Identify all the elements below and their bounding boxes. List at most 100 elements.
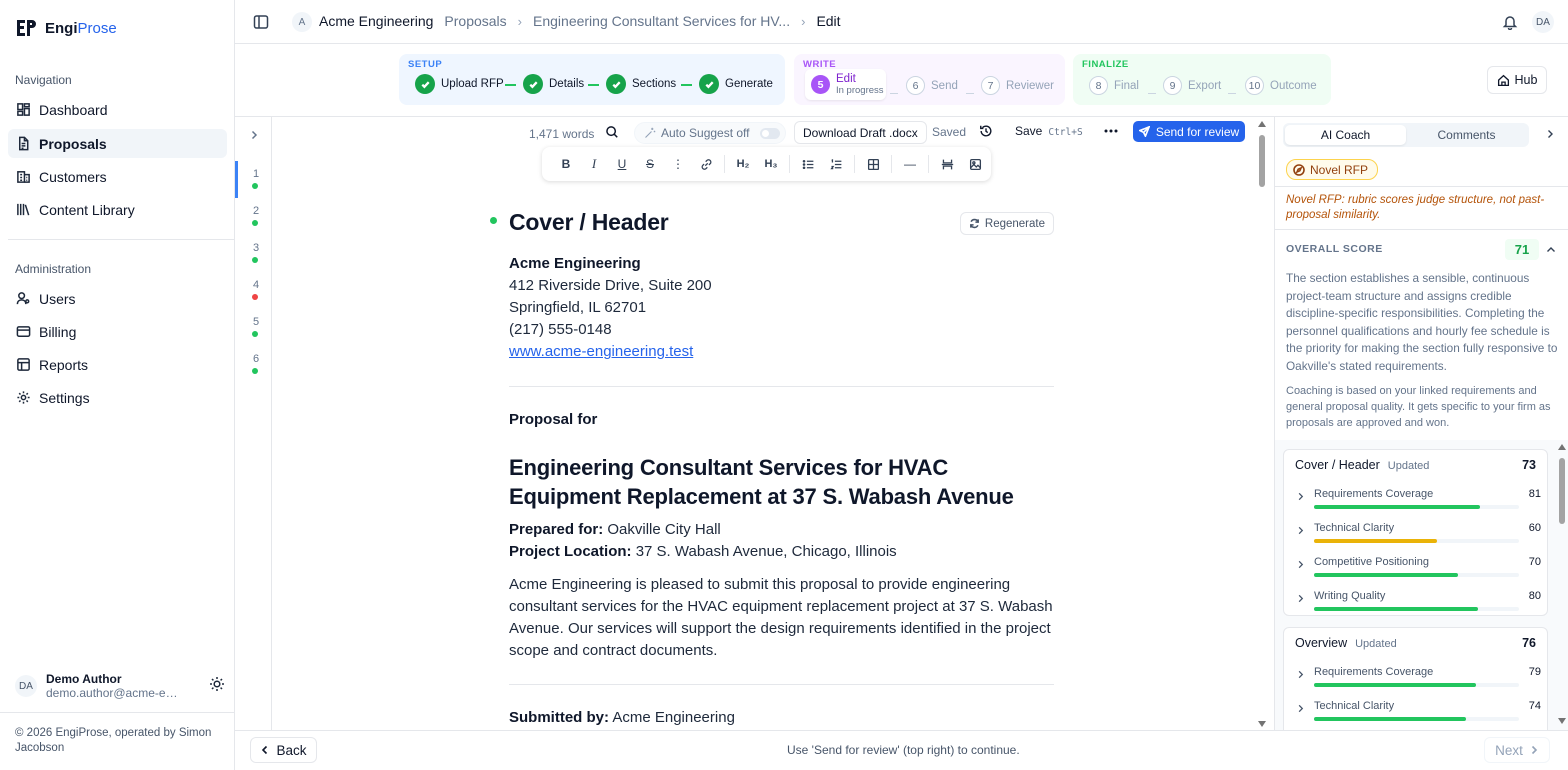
stepper-group-write: WRITE 5 Edit In progress 6 Send 7 Review… (794, 54, 1065, 105)
save-shortcut: Ctrl+S (1048, 127, 1083, 138)
sidebar-item-users[interactable]: Users (8, 284, 227, 313)
save-button[interactable]: Save Ctrl+S (1015, 124, 1083, 138)
metric-label: Requirements Coverage (1314, 488, 1434, 500)
step-label: Generate (725, 78, 773, 90)
metric-bar-fill (1314, 505, 1481, 509)
breadcrumb-org[interactable]: Acme Engineering (319, 13, 433, 29)
brand-logo[interactable]: EngiProse (15, 18, 117, 38)
horizontal-rule-button[interactable]: — (896, 152, 924, 176)
editor-scrollbar[interactable] (1258, 121, 1266, 727)
submitted-by-value: Acme Engineering (612, 709, 735, 726)
outline-item-number[interactable]: 4 (249, 279, 263, 291)
step-reviewer[interactable]: 7 Reviewer (981, 76, 1054, 95)
document-section-cover[interactable]: Cover / Header Regenerate Acme Engineeri… (490, 209, 1054, 726)
scroll-up-icon[interactable] (1258, 121, 1266, 127)
metric-row[interactable]: Requirements Coverage 81 (1296, 488, 1541, 518)
step-upload-rfp[interactable]: Upload RFP (415, 74, 504, 94)
outline-item-number[interactable]: 6 (249, 353, 263, 365)
sidebar-toggle-icon[interactable] (253, 14, 269, 30)
image-button[interactable] (961, 152, 989, 176)
chevron-right-icon[interactable] (248, 129, 260, 141)
bullet-list-button[interactable] (794, 152, 822, 176)
outline-item-number[interactable]: 3 (249, 242, 263, 254)
sidebar-item-content-library[interactable]: Content Library (8, 195, 227, 224)
avatar[interactable]: DA (1532, 11, 1554, 33)
sidebar-item-settings[interactable]: Settings (8, 383, 227, 412)
bold-button[interactable]: B (552, 152, 580, 176)
history-icon[interactable] (979, 124, 993, 138)
step-connector (681, 84, 692, 86)
chevron-right-icon[interactable] (1545, 129, 1555, 139)
page-break-button[interactable] (933, 152, 961, 176)
panel-scrollbar[interactable] (1558, 444, 1566, 724)
heading3-button[interactable]: H₃ (757, 152, 785, 176)
split-icon (941, 159, 953, 169)
underline-button[interactable]: U (608, 152, 636, 176)
metric-row[interactable]: Writing Quality 80 (1296, 590, 1541, 620)
step-details[interactable]: Details (523, 74, 584, 94)
search-icon[interactable] (605, 125, 619, 139)
outline-item-number[interactable]: 5 (249, 316, 263, 328)
strikethrough-button[interactable]: S (636, 152, 664, 176)
tab-comments[interactable]: Comments (1406, 125, 1527, 145)
send-for-review-button[interactable]: Send for review (1133, 121, 1245, 142)
numbered-list-button[interactable] (822, 152, 850, 176)
heading2-button[interactable]: H₂ (729, 152, 757, 176)
step-sections[interactable]: Sections (606, 74, 676, 94)
check-icon (415, 74, 435, 94)
toggle-switch[interactable] (759, 127, 780, 139)
italic-button[interactable]: I (580, 152, 608, 176)
website-link[interactable]: www.acme-engineering.test (509, 341, 712, 363)
step-send[interactable]: 6 Send (906, 76, 958, 95)
breadcrumb-proposals[interactable]: Proposals (444, 13, 506, 29)
more-horizontal-icon[interactable] (1104, 126, 1118, 136)
sidebar-item-dashboard[interactable]: Dashboard (8, 95, 227, 124)
score-card-overview[interactable]: Overview Updated 76 Requirements Coverage… (1283, 627, 1548, 730)
metric-row[interactable]: Requirements Coverage 79 (1296, 666, 1541, 696)
bottom-bar: Back Use 'Send for review' (top right) t… (235, 730, 1568, 770)
theme-toggle-sun-icon[interactable] (209, 676, 225, 692)
step-outcome[interactable]: 10 Outcome (1245, 76, 1317, 95)
sidebar-item-proposals[interactable]: Proposals (8, 129, 227, 158)
score-card-cover-header[interactable]: Cover / Header Updated 73 Requirements Co… (1283, 449, 1548, 616)
dashboard-icon (17, 103, 30, 116)
metric-row[interactable]: Competitive Positioning 70 (1296, 556, 1541, 586)
document-icon (19, 136, 29, 151)
hub-button[interactable]: Hub (1487, 66, 1547, 94)
metric-row[interactable]: Technical Clarity 60 (1296, 522, 1541, 552)
user-profile[interactable]: DA Demo Author demo.author@acme-engi... (15, 672, 225, 700)
step-label: Reviewer (1006, 79, 1054, 92)
bell-icon[interactable] (1502, 14, 1518, 30)
step-export[interactable]: 9 Export (1163, 76, 1221, 95)
auto-suggest-toggle[interactable]: Auto Suggest off (634, 122, 786, 144)
sidebar-item-reports[interactable]: Reports (8, 350, 227, 379)
scroll-down-icon[interactable] (1258, 721, 1266, 727)
link-button[interactable] (692, 152, 720, 176)
next-label: Next (1495, 742, 1523, 758)
more-vertical-button[interactable]: ⋮ (664, 152, 692, 176)
metric-value: 70 (1528, 556, 1541, 568)
back-button[interactable]: Back (250, 737, 317, 763)
scroll-down-icon[interactable] (1558, 718, 1566, 724)
sidebar-item-customers[interactable]: Customers (8, 162, 227, 191)
outline-status-dot (252, 331, 258, 337)
outline-item-number[interactable]: 2 (249, 205, 263, 217)
tab-ai-coach[interactable]: AI Coach (1285, 125, 1406, 145)
scrollbar-thumb[interactable] (1259, 135, 1265, 187)
next-button[interactable]: Next (1484, 737, 1550, 763)
scroll-up-icon[interactable] (1558, 444, 1566, 450)
outline-item-number[interactable]: 1 (249, 168, 263, 180)
step-edit-current[interactable]: 5 Edit In progress (805, 69, 886, 100)
chevron-up-icon[interactable] (1546, 245, 1556, 255)
scrollbar-thumb[interactable] (1559, 458, 1565, 524)
table-button[interactable] (859, 152, 887, 176)
sidebar-item-billing[interactable]: Billing (8, 317, 227, 346)
regenerate-button[interactable]: Regenerate (959, 212, 1054, 235)
step-final[interactable]: 8 Final (1089, 76, 1139, 95)
metric-label: Requirements Coverage (1314, 666, 1434, 678)
breadcrumb-proposal-title[interactable]: Engineering Consultant Services for HV..… (533, 13, 790, 29)
metric-row[interactable]: Technical Clarity 74 (1296, 700, 1541, 730)
download-draft-button[interactable]: Download Draft .docx (794, 121, 927, 144)
step-generate[interactable]: Generate (699, 74, 773, 94)
step-label: Export (1188, 79, 1222, 92)
